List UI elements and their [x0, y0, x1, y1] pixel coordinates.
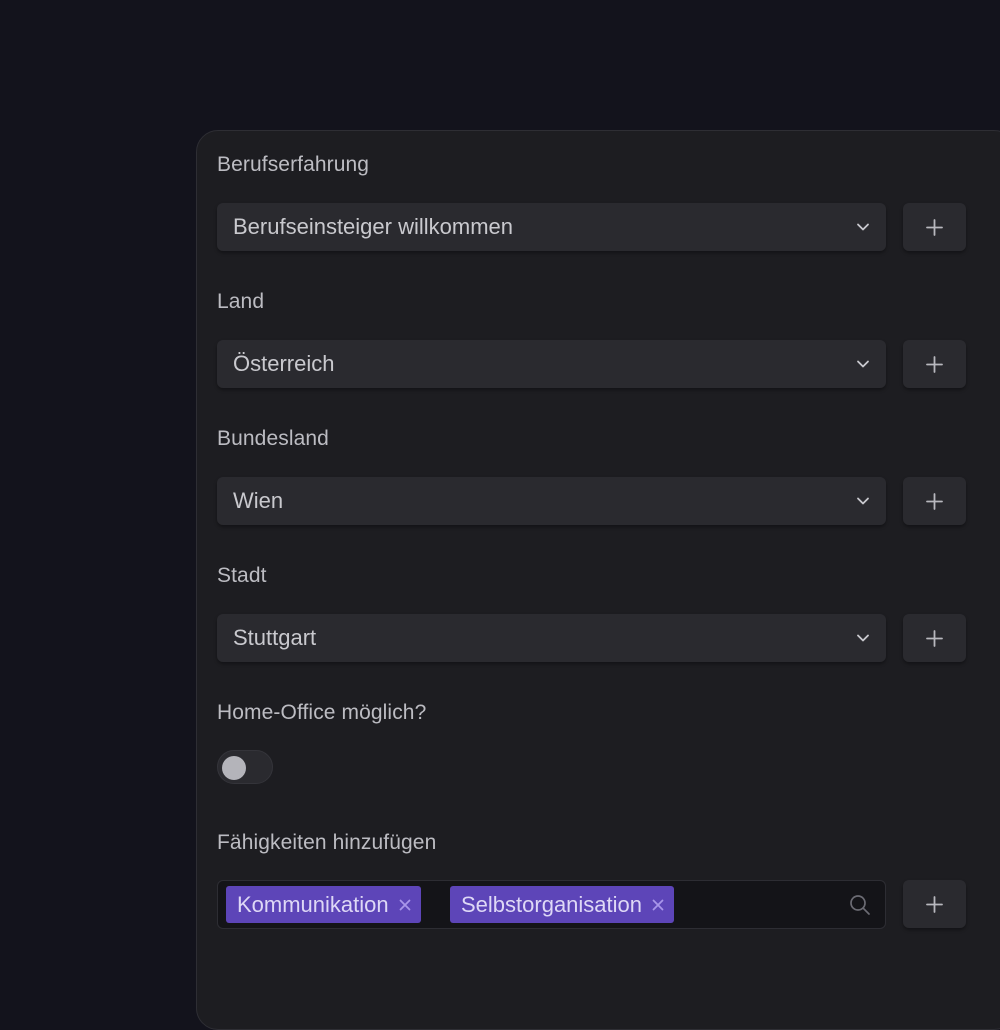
chevron-down-icon: [857, 360, 869, 368]
add-country-button[interactable]: [903, 340, 966, 388]
experience-select-value: Berufseinsteiger willkommen: [233, 214, 513, 239]
skill-tag: Kommunikation: [226, 886, 421, 923]
skill-tag: Selbstorganisation: [450, 886, 675, 923]
add-experience-button[interactable]: [903, 203, 966, 251]
plus-icon: [926, 356, 943, 373]
close-icon[interactable]: [652, 899, 664, 911]
city-select[interactable]: Stuttgart: [217, 614, 886, 662]
city-select-value: Stuttgart: [233, 625, 317, 650]
skill-tag-label: Selbstorganisation: [461, 891, 643, 917]
close-icon[interactable]: [399, 899, 411, 911]
state-label: Bundesland: [217, 427, 329, 450]
job-filter-panel: Berufserfahrung Berufseinsteiger willkom…: [196, 130, 1000, 1030]
skills-tag-input[interactable]: Kommunikation Selbstorganisation: [217, 880, 886, 929]
skill-tag-label: Kommunikation: [237, 891, 389, 917]
chevron-down-icon: [857, 634, 869, 642]
plus-icon: [926, 630, 943, 647]
toggle-knob: [222, 756, 246, 780]
country-select-value: Österreich: [233, 351, 335, 376]
state-select-value: Wien: [233, 488, 284, 513]
add-state-button[interactable]: [903, 477, 966, 525]
plus-icon: [926, 896, 943, 913]
add-city-button[interactable]: [903, 614, 966, 662]
experience-select[interactable]: Berufseinsteiger willkommen: [217, 203, 886, 251]
state-select[interactable]: Wien: [217, 477, 886, 525]
home-office-label: Home-Office möglich?: [217, 701, 427, 724]
plus-icon: [926, 493, 943, 510]
skills-label: Fähigkeiten hinzufügen: [217, 831, 437, 854]
country-label: Land: [217, 290, 265, 313]
city-label: Stadt: [217, 564, 267, 587]
home-office-toggle[interactable]: [217, 750, 273, 784]
country-select[interactable]: Österreich: [217, 340, 886, 388]
search-icon: [850, 895, 870, 915]
chevron-down-icon: [857, 497, 869, 505]
add-skill-button[interactable]: [903, 880, 966, 928]
experience-label: Berufserfahrung: [217, 153, 370, 176]
chevron-down-icon: [857, 223, 869, 231]
plus-icon: [926, 219, 943, 236]
